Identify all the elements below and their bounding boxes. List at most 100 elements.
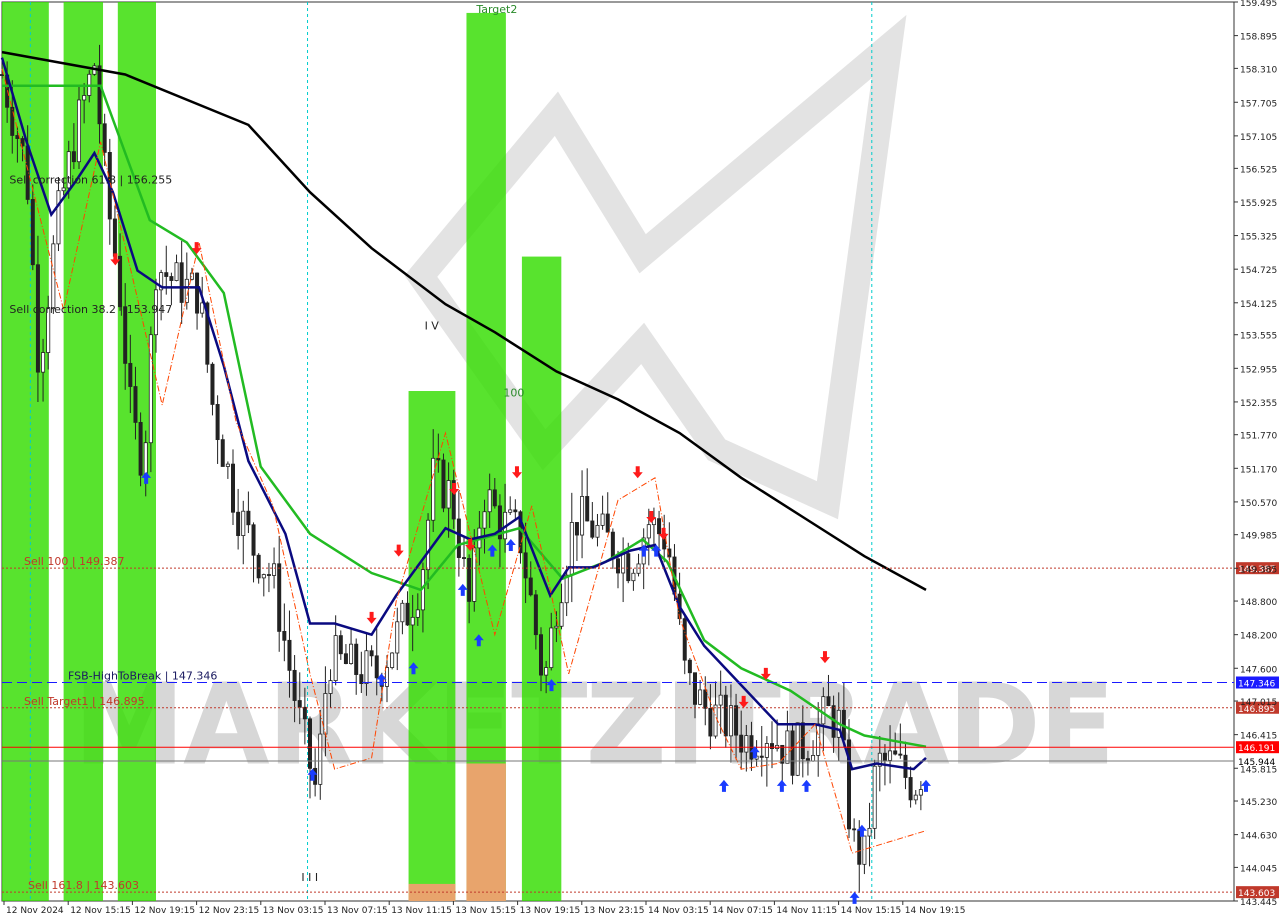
candle-body: [374, 655, 379, 679]
candle-body: [102, 123, 107, 153]
candle-body: [82, 95, 87, 101]
candle-body: [811, 754, 816, 762]
y-tick-label: 154.125: [1240, 300, 1277, 310]
candle-body: [523, 552, 528, 579]
candle-body: [893, 750, 898, 755]
candle-body: [718, 694, 723, 706]
candle-body: [539, 634, 544, 676]
candle-body: [759, 755, 764, 758]
candle-body: [764, 743, 769, 758]
x-tick-label: 12 Nov 15:15: [70, 906, 131, 916]
y-tick-label: 155.925: [1240, 199, 1277, 209]
candle-body: [605, 513, 610, 533]
candle-body: [354, 643, 359, 675]
y-tick-label: 156.525: [1240, 165, 1277, 175]
y-tick-label: 157.105: [1240, 133, 1277, 143]
candle-body: [528, 577, 533, 596]
candle-body: [554, 625, 559, 629]
candle-body: [343, 653, 348, 665]
candle-body: [903, 754, 908, 778]
y-tick-label: 158.310: [1240, 65, 1277, 75]
candle-body: [138, 422, 143, 476]
candle-body: [852, 828, 857, 831]
candle-body: [241, 510, 246, 536]
x-tick-label: 13 Nov 23:15: [584, 906, 645, 916]
candle-body: [713, 704, 718, 737]
x-tick-label: 13 Nov 07:15: [327, 906, 388, 916]
candle-body: [390, 652, 395, 668]
candle-body: [446, 480, 451, 509]
y-tick-label: 149.985: [1240, 532, 1277, 542]
candle-body: [256, 554, 261, 579]
candle-body: [415, 609, 420, 618]
candle-body: [472, 547, 477, 602]
candle-body: [174, 262, 179, 281]
candle-body: [333, 635, 338, 681]
candle-body: [734, 705, 739, 736]
candle-body: [436, 457, 441, 461]
level-label: Sell 100 | 149.387: [24, 555, 125, 568]
x-tick-label: 12 Nov 2024: [6, 906, 64, 916]
candle-body: [698, 689, 703, 705]
candle-body: [888, 750, 893, 761]
x-tick-label: 13 Nov 15:15: [455, 906, 516, 916]
candle-body: [744, 735, 749, 753]
y-tick-label: 151.170: [1240, 465, 1277, 475]
candle-body: [513, 509, 518, 513]
candle-body: [328, 680, 333, 694]
target-zone: [117, 2, 156, 901]
price-tag-label: 146.191: [1238, 744, 1275, 754]
y-tick-label: 159.495: [1240, 0, 1277, 9]
candle-body: [872, 765, 877, 829]
y-tick-label: 152.955: [1240, 365, 1277, 375]
candle-body: [559, 602, 564, 627]
candle-body: [600, 513, 605, 526]
candle-body: [395, 621, 400, 654]
candle-body: [282, 630, 287, 641]
candle-body: [482, 511, 487, 529]
candle-body: [51, 243, 56, 310]
candle-body: [164, 272, 169, 277]
candle-body: [15, 135, 20, 139]
candle-body: [549, 627, 554, 668]
candle-body: [646, 524, 651, 539]
level-label: Sell 161.8 | 143.603: [28, 879, 139, 892]
candle-body: [431, 457, 436, 521]
candle-body: [61, 187, 66, 192]
price-tag-label: 147.346: [1238, 679, 1275, 689]
watermark: MARKETZITRADE: [73, 660, 1113, 790]
candle-body: [487, 489, 492, 513]
candle-body: [821, 696, 826, 725]
chart-annotation: I V: [425, 319, 440, 332]
chart-annotation: I I I: [301, 871, 318, 884]
x-tick-label: 14 Nov 19:15: [905, 906, 966, 916]
candle-body: [467, 558, 472, 602]
candle-body: [318, 733, 323, 785]
x-tick-label: 14 Nov 11:15: [776, 906, 837, 916]
candle-body: [143, 442, 148, 476]
candle-body: [610, 531, 615, 560]
y-tick-label: 144.045: [1240, 864, 1277, 874]
candle-body: [918, 789, 923, 796]
candle-body: [112, 218, 117, 257]
candle-body: [128, 362, 133, 387]
y-tick-label: 151.770: [1240, 432, 1277, 442]
candle-body: [364, 650, 369, 685]
candle-body: [230, 463, 235, 513]
candle-body: [287, 639, 292, 671]
candle-body: [826, 696, 831, 707]
candle-body: [225, 463, 230, 467]
price-chart[interactable]: MARKETZITRADESell 100 | 149.387149.387FS…: [0, 0, 1280, 920]
candle-body: [595, 524, 600, 538]
candle-body: [800, 722, 805, 759]
candle-body: [770, 743, 775, 749]
y-tick-label: 145.230: [1240, 798, 1277, 808]
y-tick-label: 152.355: [1240, 399, 1277, 409]
candle-body: [236, 511, 241, 536]
candle-body: [338, 635, 343, 655]
y-tick-label: 147.015: [1240, 698, 1277, 708]
candle-body: [585, 496, 590, 522]
candle-body: [220, 439, 225, 467]
y-tick-label: 157.705: [1240, 99, 1277, 109]
candle-body: [456, 518, 461, 558]
